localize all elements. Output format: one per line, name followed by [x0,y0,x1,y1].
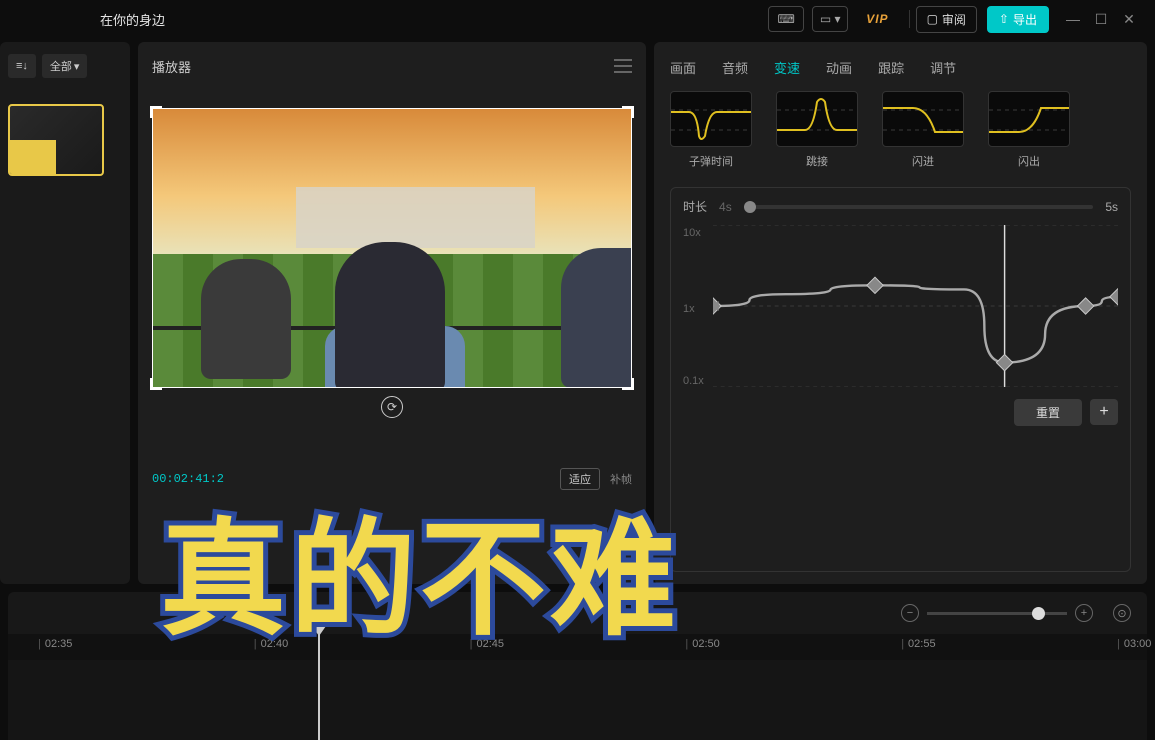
zoom-slider-thumb[interactable] [1032,607,1045,620]
properties-panel: 画面 音频 变速 动画 跟踪 调节 子弹时间 跳接 闪进 闪出 [654,42,1147,584]
zoom-out-button[interactable]: − [901,604,919,622]
timeline-playhead[interactable] [318,634,320,740]
ruler-mark: 02:55 [901,638,935,650]
tab-audio[interactable]: 音频 [722,58,748,77]
keyboard-icon[interactable]: ⌨ [768,6,804,32]
timecode: 00:02:41:2 [152,472,224,486]
ruler-mark: 02:40 [254,638,288,650]
fit-button[interactable]: 适应 [560,468,600,490]
preset-flash-out[interactable]: 闪出 [988,91,1070,169]
media-browser-panel: ≡↓ 全部 ▾ [0,42,130,584]
crop-handle-tr[interactable] [622,106,634,118]
speed-curve-svg[interactable] [713,225,1118,387]
preset-bullet-time[interactable]: 子弹时间 [670,91,752,169]
vip-badge[interactable]: VIP [866,12,888,26]
tab-adjust[interactable]: 调节 [930,58,956,77]
ruler-mark: 02:45 [470,638,504,650]
export-button[interactable]: ⇧ 导出 [987,6,1049,33]
y-axis-bot: 0.1x [683,375,704,387]
y-axis-mid: 1x [683,303,695,315]
property-tabs: 画面 音频 变速 动画 跟踪 调节 [670,50,1131,91]
y-axis-top: 10x [683,227,701,239]
tab-tracking[interactable]: 跟踪 [878,58,904,77]
speed-presets: 子弹时间 跳接 闪进 闪出 [670,91,1131,169]
filter-icon: ▾ [74,60,80,73]
reset-button[interactable]: 重置 [1014,399,1082,426]
title-bar: 在你的身边 ⌨ ▭ ▾ VIP ▢ 审阅 ⇧ 导出 — ☐ ✕ [0,0,1155,38]
tab-speed[interactable]: 变速 [774,58,800,77]
zoom-fit-button[interactable]: ⊙ [1113,604,1131,622]
crop-handle-tl[interactable] [150,106,162,118]
preview-image [152,108,632,388]
minimize-button[interactable]: — [1059,5,1087,33]
zoom-slider[interactable] [927,612,1067,615]
add-keyframe-button[interactable]: + [1090,399,1118,425]
export-label: 导出 [1013,11,1037,28]
timeline-ruler[interactable]: 02:3502:4002:4502:5002:5503:00 [8,634,1147,660]
player-menu-icon[interactable] [614,59,632,73]
speed-graph-panel: 时长 4s 5s 10x 1x 0.1x 重置 + [670,187,1131,572]
duration-to: 5s [1105,200,1118,214]
export-icon: ⇧ [999,12,1009,26]
ruler-mark: 03:00 [1117,638,1151,650]
duration-slider-thumb[interactable] [744,201,756,213]
timeline-toolbar: − + ⊙ [8,592,1147,634]
zoom-in-button[interactable]: + [1075,604,1093,622]
project-title: 在你的身边 [100,10,165,29]
sync-icon[interactable]: ⟳ [381,396,403,418]
maximize-button[interactable]: ☐ [1087,5,1115,33]
filter-all-chip[interactable]: 全部 ▾ [42,54,88,78]
tab-animation[interactable]: 动画 [826,58,852,77]
preview-viewport[interactable] [152,108,632,388]
media-thumbnail[interactable] [8,104,104,176]
duration-label: 时长 [683,198,707,215]
duration-slider[interactable] [744,205,1094,209]
crop-handle-bl[interactable] [150,378,162,390]
ruler-mark: 02:50 [685,638,719,650]
player-title: 播放器 [152,57,191,76]
preset-flash-in[interactable]: 闪进 [882,91,964,169]
tab-picture[interactable]: 画面 [670,58,696,77]
review-button[interactable]: ▢ 审阅 [916,6,977,33]
main-area: ≡↓ 全部 ▾ 播放器 [0,38,1155,588]
preset-jump-cut[interactable]: 跳接 [776,91,858,169]
ruler-mark: 02:35 [38,638,72,650]
frame-interp-label: 补帧 [610,471,632,487]
review-label: 审阅 [942,11,966,28]
crop-handle-br[interactable] [622,378,634,390]
speed-curve-area[interactable]: 10x 1x 0.1x [683,225,1118,393]
close-button[interactable]: ✕ [1115,5,1143,33]
layout-icon[interactable]: ▭ ▾ [812,6,848,32]
sort-chip[interactable]: ≡↓ [8,54,36,78]
review-icon: ▢ [927,12,938,26]
player-panel: 播放器 ⟳ 00:02:41:2 适应 补帧 [138,42,646,584]
duration-from: 4s [719,200,732,214]
timeline-tracks[interactable] [8,660,1147,740]
